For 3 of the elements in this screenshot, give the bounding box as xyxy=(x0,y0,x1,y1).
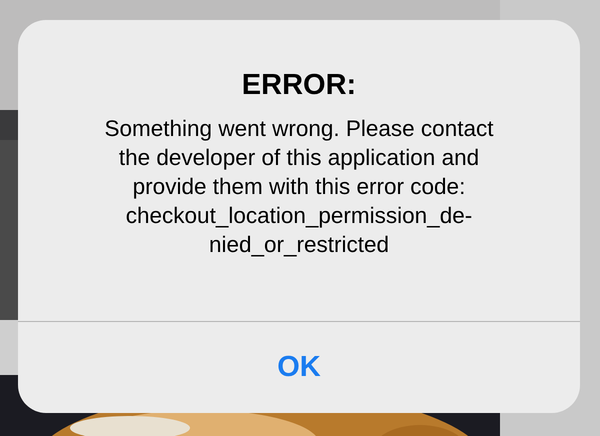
alert-message: Something went wrong. Please contact the developer of this application and provide them with this error code: checkout_location_permission_de- nied_or_restricted xyxy=(104,115,494,259)
alert-title: ERROR: xyxy=(240,69,358,102)
ok-button[interactable]: OK xyxy=(18,322,580,413)
